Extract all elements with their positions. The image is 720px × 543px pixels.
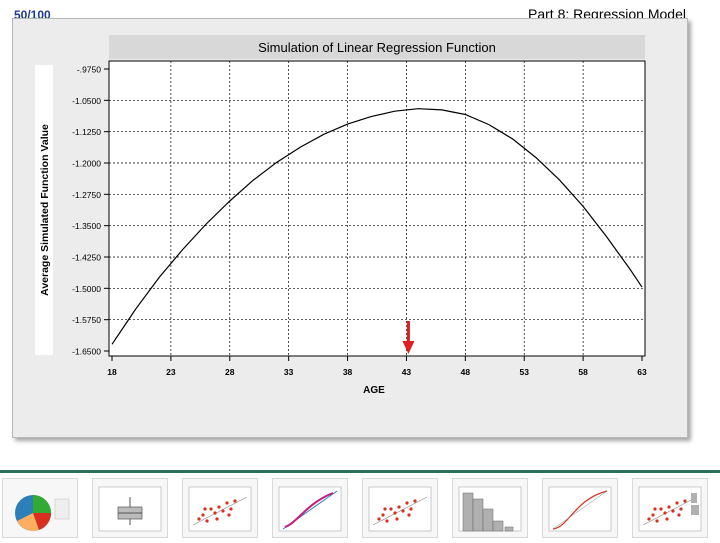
thumbnail-graphic [188, 486, 252, 532]
thumbnail-graphic [548, 486, 612, 532]
regression-chart: Simulation of Linear Regression Function… [35, 35, 647, 396]
x-tick-label: 38 [343, 367, 353, 377]
y-axis-label: Average Simulated Function Value [39, 124, 51, 296]
x-tick-label: 63 [637, 367, 647, 377]
y-tick-label: -1.6500 [72, 347, 101, 357]
thumbnail-graphic [278, 486, 342, 532]
y-tick-label: -1.5000 [72, 284, 101, 294]
x-tick-label: 23 [166, 367, 176, 377]
x-tick-label: 53 [519, 367, 529, 377]
thumbnail-graphic [98, 486, 162, 532]
thumbnail-hist[interactable] [452, 478, 528, 538]
thumbnail-curve[interactable] [542, 478, 618, 538]
thumbnail-pie[interactable] [2, 478, 78, 538]
thumbnail-scatter[interactable] [362, 478, 438, 538]
y-tick-label: -1.2750 [72, 190, 101, 200]
thumbnail-graphic [15, 495, 70, 531]
x-ticks: 18 23 28 33 38 43 48 53 58 63 [107, 356, 647, 377]
y-tick-label: -1.0500 [72, 96, 101, 106]
chart-frame: Simulation of Linear Regression Function… [12, 18, 688, 438]
y-tick-label: -1.1250 [72, 127, 101, 137]
thumbnail-scatter[interactable] [182, 478, 258, 538]
y-tick-label: -.9750 [77, 65, 101, 75]
y-tick-label: -1.3500 [72, 221, 101, 231]
y-tick-label: -1.5750 [72, 315, 101, 325]
x-tick-label: 43 [402, 367, 412, 377]
thumbnail-box[interactable] [92, 478, 168, 538]
y-tick-label: -1.4250 [72, 253, 101, 263]
chart-title: Simulation of Linear Regression Function [258, 40, 496, 55]
y-tick-label: -1.2000 [72, 159, 101, 169]
thumbnail-graphic [368, 486, 432, 532]
thumbnail-prob[interactable] [272, 478, 348, 538]
plot-area [108, 60, 646, 357]
thumbnail-graphic [458, 486, 522, 532]
x-tick-label: 58 [578, 367, 588, 377]
x-tick-label: 28 [225, 367, 235, 377]
x-tick-label: 48 [461, 367, 471, 377]
x-axis-label: AGE [363, 385, 385, 396]
x-tick-label: 33 [284, 367, 294, 377]
y-ticks: -.9750 -1.0500 -1.1250 -1.2000 -1.2750 -1.350… [72, 65, 109, 357]
x-tick-label: 18 [107, 367, 117, 377]
thumbnail-scatter-hist[interactable] [632, 478, 708, 538]
thumbnail-graphic [638, 486, 702, 532]
